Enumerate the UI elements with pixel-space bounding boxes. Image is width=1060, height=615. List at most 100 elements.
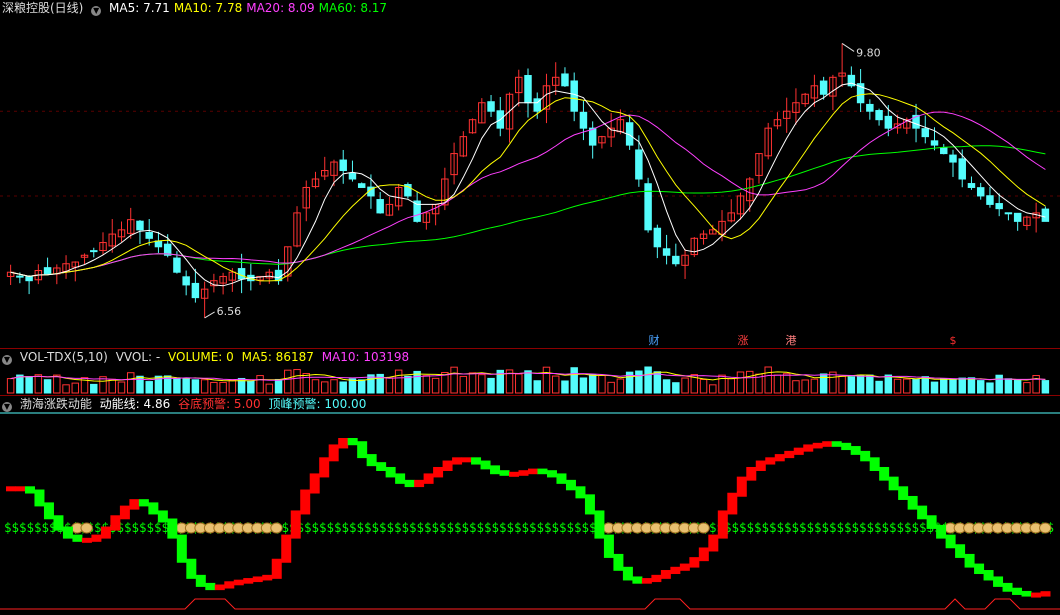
momentum-block (812, 442, 823, 449)
momentum-block (442, 460, 453, 471)
price-header: 深粮控股(日线) ▼ MA5: 7.71 MA10: 7.78 MA20: 8.09… (2, 0, 395, 16)
volume-bar (302, 373, 310, 394)
volume-bar (1023, 382, 1031, 394)
volume-bar (672, 382, 680, 394)
momentum-block (129, 499, 140, 510)
momentum-block (584, 494, 595, 515)
event-marker: 港 (786, 334, 797, 347)
volume-bar (598, 374, 606, 394)
dropdown-icon[interactable]: ▼ (2, 355, 12, 365)
candle-body (357, 183, 366, 188)
price-panel: 深粮控股(日线) ▼ MA5: 7.71 MA10: 7.78 MA20: 8.09… (0, 0, 1060, 348)
momentum-block (319, 457, 330, 478)
ma-legend-item: MA5: 7.71 (109, 1, 170, 15)
volume-bar (709, 384, 717, 394)
candle-body (191, 282, 200, 299)
momentum-block (300, 489, 311, 515)
coin-icon (1039, 522, 1052, 534)
volume-bar (71, 382, 80, 394)
momentum-header: ▼ 渤海涨跌动能 动能线: 4.86 谷底预警: 5.00 顶峰预警: 100.… (2, 396, 370, 412)
momentum-block (926, 515, 937, 529)
momentum-block (224, 581, 235, 589)
candle-body (866, 103, 874, 112)
volume-bar (1013, 380, 1022, 394)
volume-bar (644, 366, 652, 394)
volume-bar (339, 381, 347, 394)
volume-bar (284, 369, 292, 394)
volume-bar (801, 379, 809, 394)
candle-body (154, 240, 163, 248)
candle-body (570, 80, 578, 112)
momentum-block (803, 444, 814, 452)
momentum-block (784, 450, 795, 459)
candle-body (653, 227, 662, 248)
candle-body (524, 75, 532, 104)
momentum-block (613, 553, 624, 571)
volume-indicator[interactable]: VOL-TDX(5,10) (20, 350, 108, 364)
volume-bar (357, 379, 366, 394)
volume-bar (551, 375, 560, 394)
volume-bar (653, 371, 662, 394)
momentum-block (81, 537, 92, 543)
momentum-block (205, 582, 216, 591)
volume-bar (53, 374, 61, 394)
volume-bar (616, 378, 625, 394)
candle-body (1004, 212, 1013, 215)
dropdown-icon[interactable]: ▼ (2, 402, 12, 412)
volume-bar (792, 380, 800, 394)
volume-bar (949, 378, 957, 394)
volume-bar (459, 375, 468, 394)
momentum-block (110, 515, 121, 531)
volume-bar (782, 373, 791, 394)
volume-bar (117, 381, 126, 394)
candle-body (43, 267, 52, 275)
momentum-block (727, 492, 738, 515)
volume-bar (930, 381, 939, 394)
momentum-block (907, 495, 918, 510)
momentum-block (1002, 582, 1013, 592)
momentum-block (993, 576, 1004, 587)
momentum-block (755, 460, 766, 471)
candle-body (376, 199, 384, 214)
momentum-block (860, 450, 871, 462)
momentum-block (176, 534, 187, 563)
bottom-warn-line (0, 598, 1060, 610)
volume-bar (967, 377, 976, 394)
volume-bar (746, 370, 754, 394)
momentum-block (290, 510, 301, 539)
momentum-block (831, 441, 842, 447)
candle-body (949, 154, 957, 163)
momentum-block (765, 457, 776, 465)
volume-bar (450, 366, 458, 394)
candle-body (921, 128, 930, 138)
momentum-block (841, 442, 852, 451)
momentum-block (708, 534, 719, 552)
momentum-block (309, 473, 320, 494)
volume-bar (1041, 380, 1050, 394)
volume-bar (431, 377, 440, 394)
momentum-chart[interactable]: $$$$$$$$$$$$$$$$$$$$$$$$$$$$$$$$$$$$$$$$… (0, 396, 1060, 615)
price-chart[interactable]: 9.80 6.56 财 涨 港 $ (0, 0, 1060, 348)
volume-bar (681, 377, 689, 394)
low-label: 6.56 (217, 305, 242, 318)
volume-bar (940, 378, 948, 394)
volume-bar (912, 379, 920, 394)
candle-body (635, 149, 643, 180)
candle-body (173, 257, 181, 273)
momentum-block (698, 547, 709, 562)
momentum-block (480, 460, 491, 470)
momentum-block (15, 486, 26, 492)
momentum-block (385, 466, 396, 478)
momentum-block (423, 473, 434, 484)
momentum-block (528, 468, 538, 475)
volume-bar (321, 381, 329, 394)
candle-body (884, 115, 893, 129)
candle-body (976, 187, 985, 197)
dropdown-icon[interactable]: ▼ (91, 6, 102, 16)
stock-name[interactable]: 深粮控股(日线) (2, 1, 83, 15)
momentum-block (793, 447, 804, 455)
candle-body (967, 183, 976, 188)
momentum-name[interactable]: 渤海涨跌动能 (20, 397, 92, 411)
candle-body (145, 231, 153, 239)
volume-bar (570, 367, 578, 394)
